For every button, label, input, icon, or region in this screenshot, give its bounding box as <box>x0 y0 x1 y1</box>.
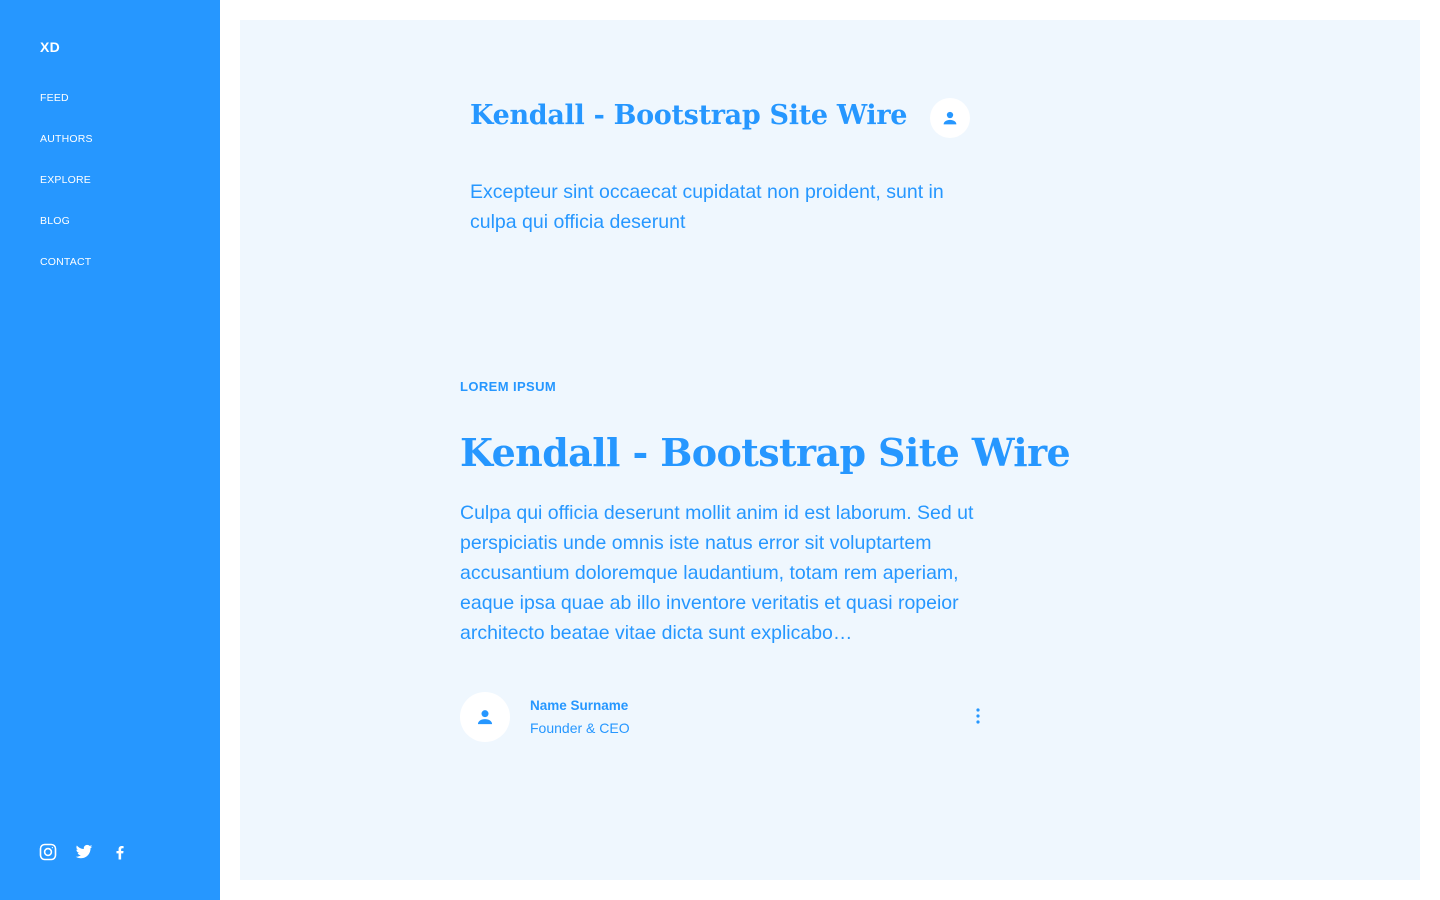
author-role: Founder & CEO <box>530 720 630 736</box>
instagram-icon[interactable] <box>39 843 57 861</box>
more-vertical-icon <box>976 708 980 724</box>
nav-item-contact[interactable]: CONTACT <box>40 257 93 298</box>
nav-item-feed[interactable]: FEED <box>40 93 93 134</box>
twitter-icon[interactable] <box>75 843 93 861</box>
social-links <box>39 843 129 861</box>
article-title[interactable]: Kendall - Bootstrap Site Wire <box>460 430 1071 475</box>
author-name[interactable]: Name Surname <box>530 698 628 713</box>
user-icon <box>477 710 493 725</box>
sidebar-nav: FEED AUTHORS EXPLORE BLOG CONTACT <box>40 93 93 298</box>
article-category[interactable]: LOREM IPSUM <box>460 379 556 394</box>
author-avatar[interactable] <box>460 692 510 742</box>
hero-title: Kendall - Bootstrap Site Wire <box>470 100 908 131</box>
brand-logo[interactable]: XD <box>40 39 60 55</box>
nav-item-explore[interactable]: EXPLORE <box>40 175 93 216</box>
more-options-button[interactable] <box>966 704 990 728</box>
hero-avatar[interactable] <box>930 98 970 138</box>
nav-item-authors[interactable]: AUTHORS <box>40 134 93 175</box>
user-icon <box>943 111 957 125</box>
nav-item-blog[interactable]: BLOG <box>40 216 93 257</box>
facebook-icon[interactable] <box>111 843 129 861</box>
sidebar: XD FEED AUTHORS EXPLORE BLOG CONTACT <box>0 0 220 900</box>
hero-description: Excepteur sint occaecat cupidatat non pr… <box>470 181 944 233</box>
main-content: Kendall - Bootstrap Site Wire Excepteur … <box>240 20 1420 880</box>
article-excerpt: Culpa qui officia deserunt mollit anim i… <box>460 502 974 644</box>
